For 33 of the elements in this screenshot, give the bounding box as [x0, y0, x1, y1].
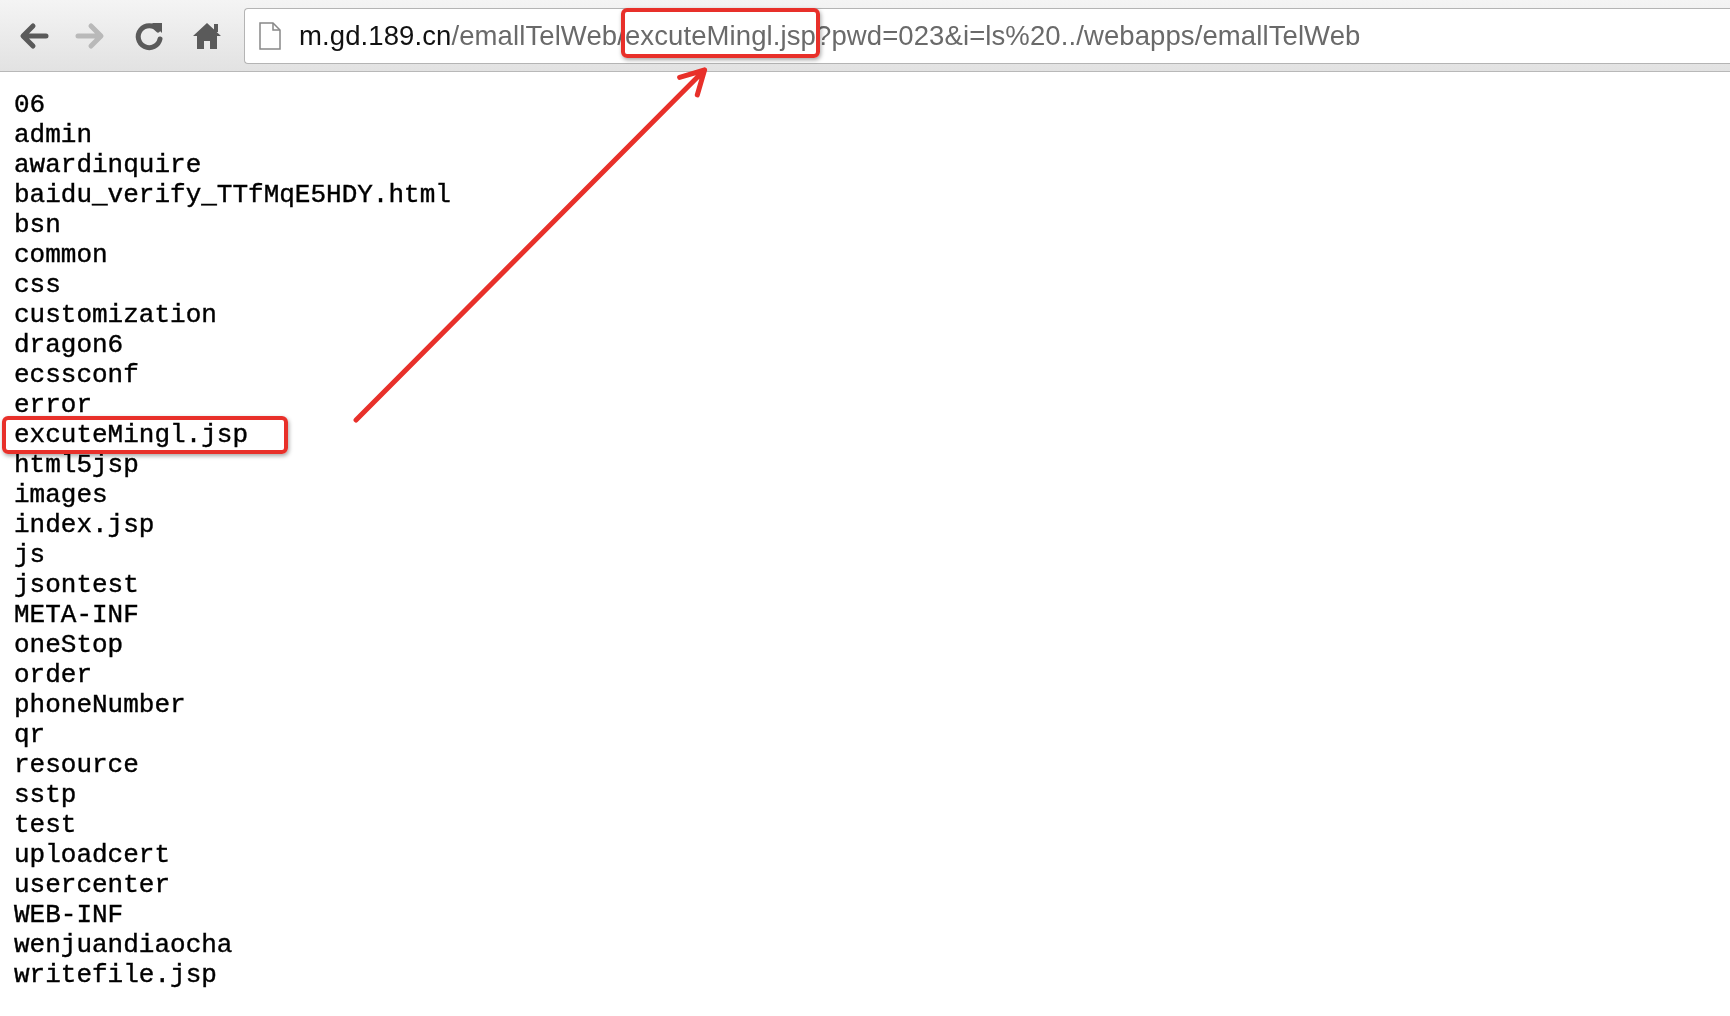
- file-name: resource: [14, 750, 139, 780]
- url-text: m.gd.189.cn/emallTelWeb/excuteMingl.jsp?pwd=023&i=ls%20../webapps/emallTelWeb: [299, 19, 1361, 52]
- page-icon: [259, 21, 281, 50]
- file-name: wenjuandiaocha: [14, 930, 233, 960]
- file-name: test: [14, 810, 77, 840]
- file-name: excuteMingl.jsp: [14, 420, 249, 450]
- file-name: error: [14, 390, 92, 420]
- file-name: qr: [14, 720, 46, 750]
- file-name: phoneNumber: [14, 690, 186, 720]
- file-name: bsn: [14, 210, 61, 240]
- file-name: oneStop: [14, 630, 124, 660]
- file-name: customization: [14, 300, 217, 330]
- file-name: sstp: [14, 780, 77, 810]
- file-name: images: [14, 480, 108, 510]
- file-name: WEB-INF: [14, 900, 124, 930]
- file-name: awardinquire: [14, 150, 202, 180]
- file-name: css: [14, 270, 61, 300]
- file-name: html5jsp: [14, 450, 139, 480]
- file-name: META-INF: [14, 600, 139, 630]
- file-name: uploadcert: [14, 840, 171, 870]
- file-name: jsontest: [14, 570, 139, 600]
- file-name: dragon6: [14, 330, 124, 360]
- file-name: 06: [14, 90, 46, 120]
- file-name: baidu_verify_TTfMqE5HDY.html: [14, 180, 451, 210]
- file-name: writefile.jsp: [14, 960, 217, 990]
- file-name: js: [14, 540, 46, 570]
- file-name: common: [14, 240, 108, 270]
- file-name: index.jsp: [14, 510, 155, 540]
- file-name: ecssconf: [14, 360, 139, 390]
- file-name: admin: [14, 120, 92, 150]
- file-name: order: [14, 660, 92, 690]
- address-bar[interactable]: m.gd.189.cn/emallTelWeb/excuteMingl.jsp?pwd=023&i=ls%20../webapps/emallTelWeb: [244, 7, 1730, 64]
- file-name: usercenter: [14, 870, 171, 900]
